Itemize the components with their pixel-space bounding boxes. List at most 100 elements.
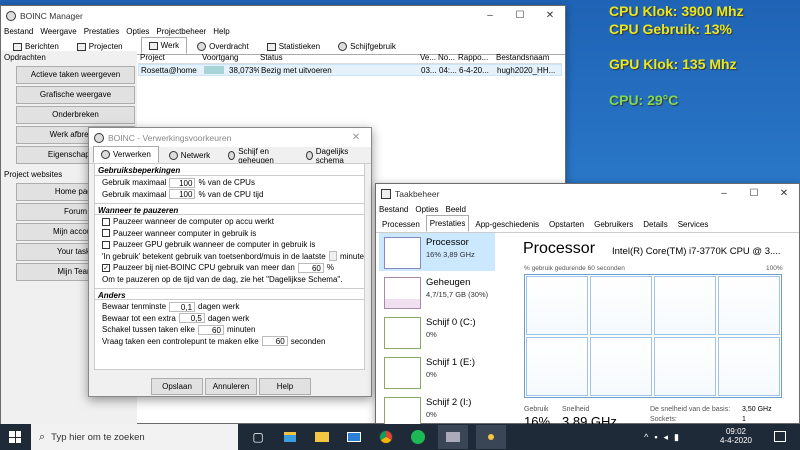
minimize-button[interactable]: – xyxy=(475,6,505,25)
non-boinc-cpu-input[interactable]: 60 xyxy=(297,262,324,273)
label: % van de CPU tijd xyxy=(198,189,264,199)
tm-menu-opties[interactable]: Opties xyxy=(415,205,438,214)
switch-tasks-input[interactable]: 60 xyxy=(197,324,224,335)
tab-schijf-geheugen[interactable]: Schijf en geheugen xyxy=(220,147,296,165)
pause-battery-checkbox[interactable] xyxy=(102,217,110,226)
tm-item-disk0[interactable]: Schijf 0 (C:) 0% xyxy=(379,313,495,351)
cell-elapsed: 03... xyxy=(421,65,437,75)
non-boinc-cpu-row[interactable]: ✓ Pauzeer bij niet-BOINC CPU gebruik van … xyxy=(95,262,364,274)
chrome-icon[interactable] xyxy=(374,425,398,449)
col-elapsed[interactable]: Ve... xyxy=(418,53,436,62)
save-button[interactable]: Opslaan xyxy=(151,378,203,395)
item-name: Geheugen xyxy=(426,277,471,288)
cell-progress: 38,073% xyxy=(229,65,259,75)
menu-prestaties[interactable]: Prestaties xyxy=(84,27,120,36)
dialog-title-bar[interactable]: BOINC - Verwerkingsvoorkeuren xyxy=(89,128,371,147)
tm-menu-beeld[interactable]: Beeld xyxy=(445,205,465,214)
tm-menu-bestand[interactable]: Bestand xyxy=(379,205,408,214)
notifications-icon[interactable] xyxy=(774,431,786,442)
tm-close-button[interactable]: ✕ xyxy=(769,184,799,203)
table-row[interactable]: Rosetta@home 38,073% Bezig met uitvoeren… xyxy=(138,64,562,76)
col-deadline[interactable]: Rappo... xyxy=(456,53,494,62)
cpu-count-input[interactable]: 100 xyxy=(169,177,196,188)
tm-tab-app-history[interactable]: App-geschiedenis xyxy=(471,217,543,232)
tm-tab-prestaties[interactable]: Prestaties xyxy=(425,215,470,232)
search-icon: ⌕ xyxy=(39,430,46,443)
menu-bestand[interactable]: Bestand xyxy=(4,27,33,36)
spotify-icon[interactable] xyxy=(406,425,430,449)
pause-battery-row[interactable]: Pauzeer wanneer de computer op accu werk… xyxy=(95,216,364,228)
network-icon xyxy=(168,151,178,160)
min-work-input[interactable]: 0,1 xyxy=(169,301,196,312)
suspend-button[interactable]: Onderbreken xyxy=(16,106,135,124)
tm-title: Taakbeheer xyxy=(395,188,440,199)
col-status[interactable]: Status xyxy=(258,53,418,62)
start-button[interactable] xyxy=(9,431,21,443)
tab-dagelijks-schema[interactable]: Dagelijks schema xyxy=(298,147,369,165)
dialog-body: Gebruiksbeperkingen Gebruik maximaal 100%… xyxy=(94,163,365,370)
menu-bar: Bestand Weergave Prestaties Opties Proje… xyxy=(1,25,565,38)
task-manager-taskbar-icon[interactable] xyxy=(476,425,506,449)
col-progress[interactable]: Voortgang xyxy=(200,53,258,62)
col-filename[interactable]: Bestandsnaam xyxy=(494,53,560,62)
maximize-button[interactable]: ☐ xyxy=(505,6,535,25)
graphics-view-button[interactable]: Grafische weergave xyxy=(16,86,135,104)
non-boinc-cpu-checkbox[interactable]: ✓ xyxy=(102,263,110,272)
help-button[interactable]: Help xyxy=(259,378,311,395)
section-when-to-pause: Wanneer te pauzeren xyxy=(95,203,364,215)
close-button[interactable]: ✕ xyxy=(535,6,565,25)
tab-verwerken[interactable]: Verwerken xyxy=(93,146,159,163)
core-graph xyxy=(654,276,716,335)
menu-projectbeheer[interactable]: Projectbeheer xyxy=(156,27,206,36)
tasks-grid: Project Voortgang Status Ve... No... Rap… xyxy=(138,51,562,76)
extra-work-input[interactable]: 0,5 xyxy=(178,313,205,324)
projects-icon xyxy=(76,42,86,51)
cancel-button[interactable]: Annuleren xyxy=(205,378,257,395)
label: Schakel tussen taken elke xyxy=(102,325,195,335)
tm-item-processor[interactable]: Processor 16% 3,89 GHz xyxy=(379,233,495,271)
system-tray[interactable]: ^▪◂▮ xyxy=(644,432,685,443)
label: % van de CPUs xyxy=(198,178,255,188)
tab-label: Verwerken xyxy=(113,150,151,159)
tm-tab-services[interactable]: Services xyxy=(674,217,713,232)
tm-heading: Processor xyxy=(523,240,596,257)
statistics-icon xyxy=(266,42,276,51)
tm-tab-opstarten[interactable]: Opstarten xyxy=(545,217,588,232)
tm-tab-gebruikers[interactable]: Gebruikers xyxy=(590,217,637,232)
col-remaining[interactable]: No... xyxy=(436,53,456,62)
tm-minimize-button[interactable]: – xyxy=(709,184,739,203)
show-active-tasks-button[interactable]: Actieve taken weergeven xyxy=(16,66,135,84)
pause-gpu-checkbox[interactable] xyxy=(102,240,110,249)
menu-weergave[interactable]: Weergave xyxy=(40,27,76,36)
store-icon[interactable] xyxy=(278,425,302,449)
menu-opties[interactable]: Opties xyxy=(126,27,149,36)
tm-item-disk1[interactable]: Schijf 1 (E:) 0% xyxy=(379,353,495,391)
tm-tabs: Processen Prestaties App-geschiedenis Op… xyxy=(376,215,799,233)
idle-time-input[interactable] xyxy=(328,251,337,262)
pause-gpu-row[interactable]: Pauzeer GPU gebruik wanneer de computer … xyxy=(95,239,364,251)
clock[interactable]: 09:02 4-4-2020 xyxy=(720,427,752,445)
core-graph xyxy=(590,276,652,335)
mail-icon[interactable] xyxy=(342,425,366,449)
core-graph xyxy=(526,276,588,335)
checkpoint-input[interactable]: 60 xyxy=(261,336,288,347)
tm-graph-max: 100% xyxy=(766,265,783,272)
col-project[interactable]: Project xyxy=(138,53,200,62)
tab-netwerk[interactable]: Netwerk xyxy=(161,148,218,163)
core-graph xyxy=(718,337,780,396)
tm-maximize-button[interactable]: ☐ xyxy=(739,184,769,203)
task-view-icon[interactable]: ▢ xyxy=(246,425,270,449)
overlay-cpu-clock: CPU Klok: 3900 Mhz xyxy=(609,3,744,19)
item-sub: 0% xyxy=(426,370,437,379)
search-box[interactable]: ⌕ Typ hier om te zoeken xyxy=(31,424,238,450)
tm-tab-processen[interactable]: Processen xyxy=(378,217,424,232)
menu-help[interactable]: Help xyxy=(213,27,229,36)
pause-in-use-row[interactable]: Pauzeer wanneer computer in gebruik is xyxy=(95,228,364,240)
cpu-time-input[interactable]: 100 xyxy=(169,189,196,200)
file-explorer-icon[interactable] xyxy=(310,425,334,449)
tm-tab-details[interactable]: Details xyxy=(639,217,671,232)
dialog-close-button[interactable]: ✕ xyxy=(341,128,371,147)
pause-in-use-checkbox[interactable] xyxy=(102,229,110,238)
tm-item-memory[interactable]: Geheugen 4,7/15,7 GB (30%) xyxy=(379,273,495,311)
boinc-taskbar-icon[interactable] xyxy=(438,425,468,449)
